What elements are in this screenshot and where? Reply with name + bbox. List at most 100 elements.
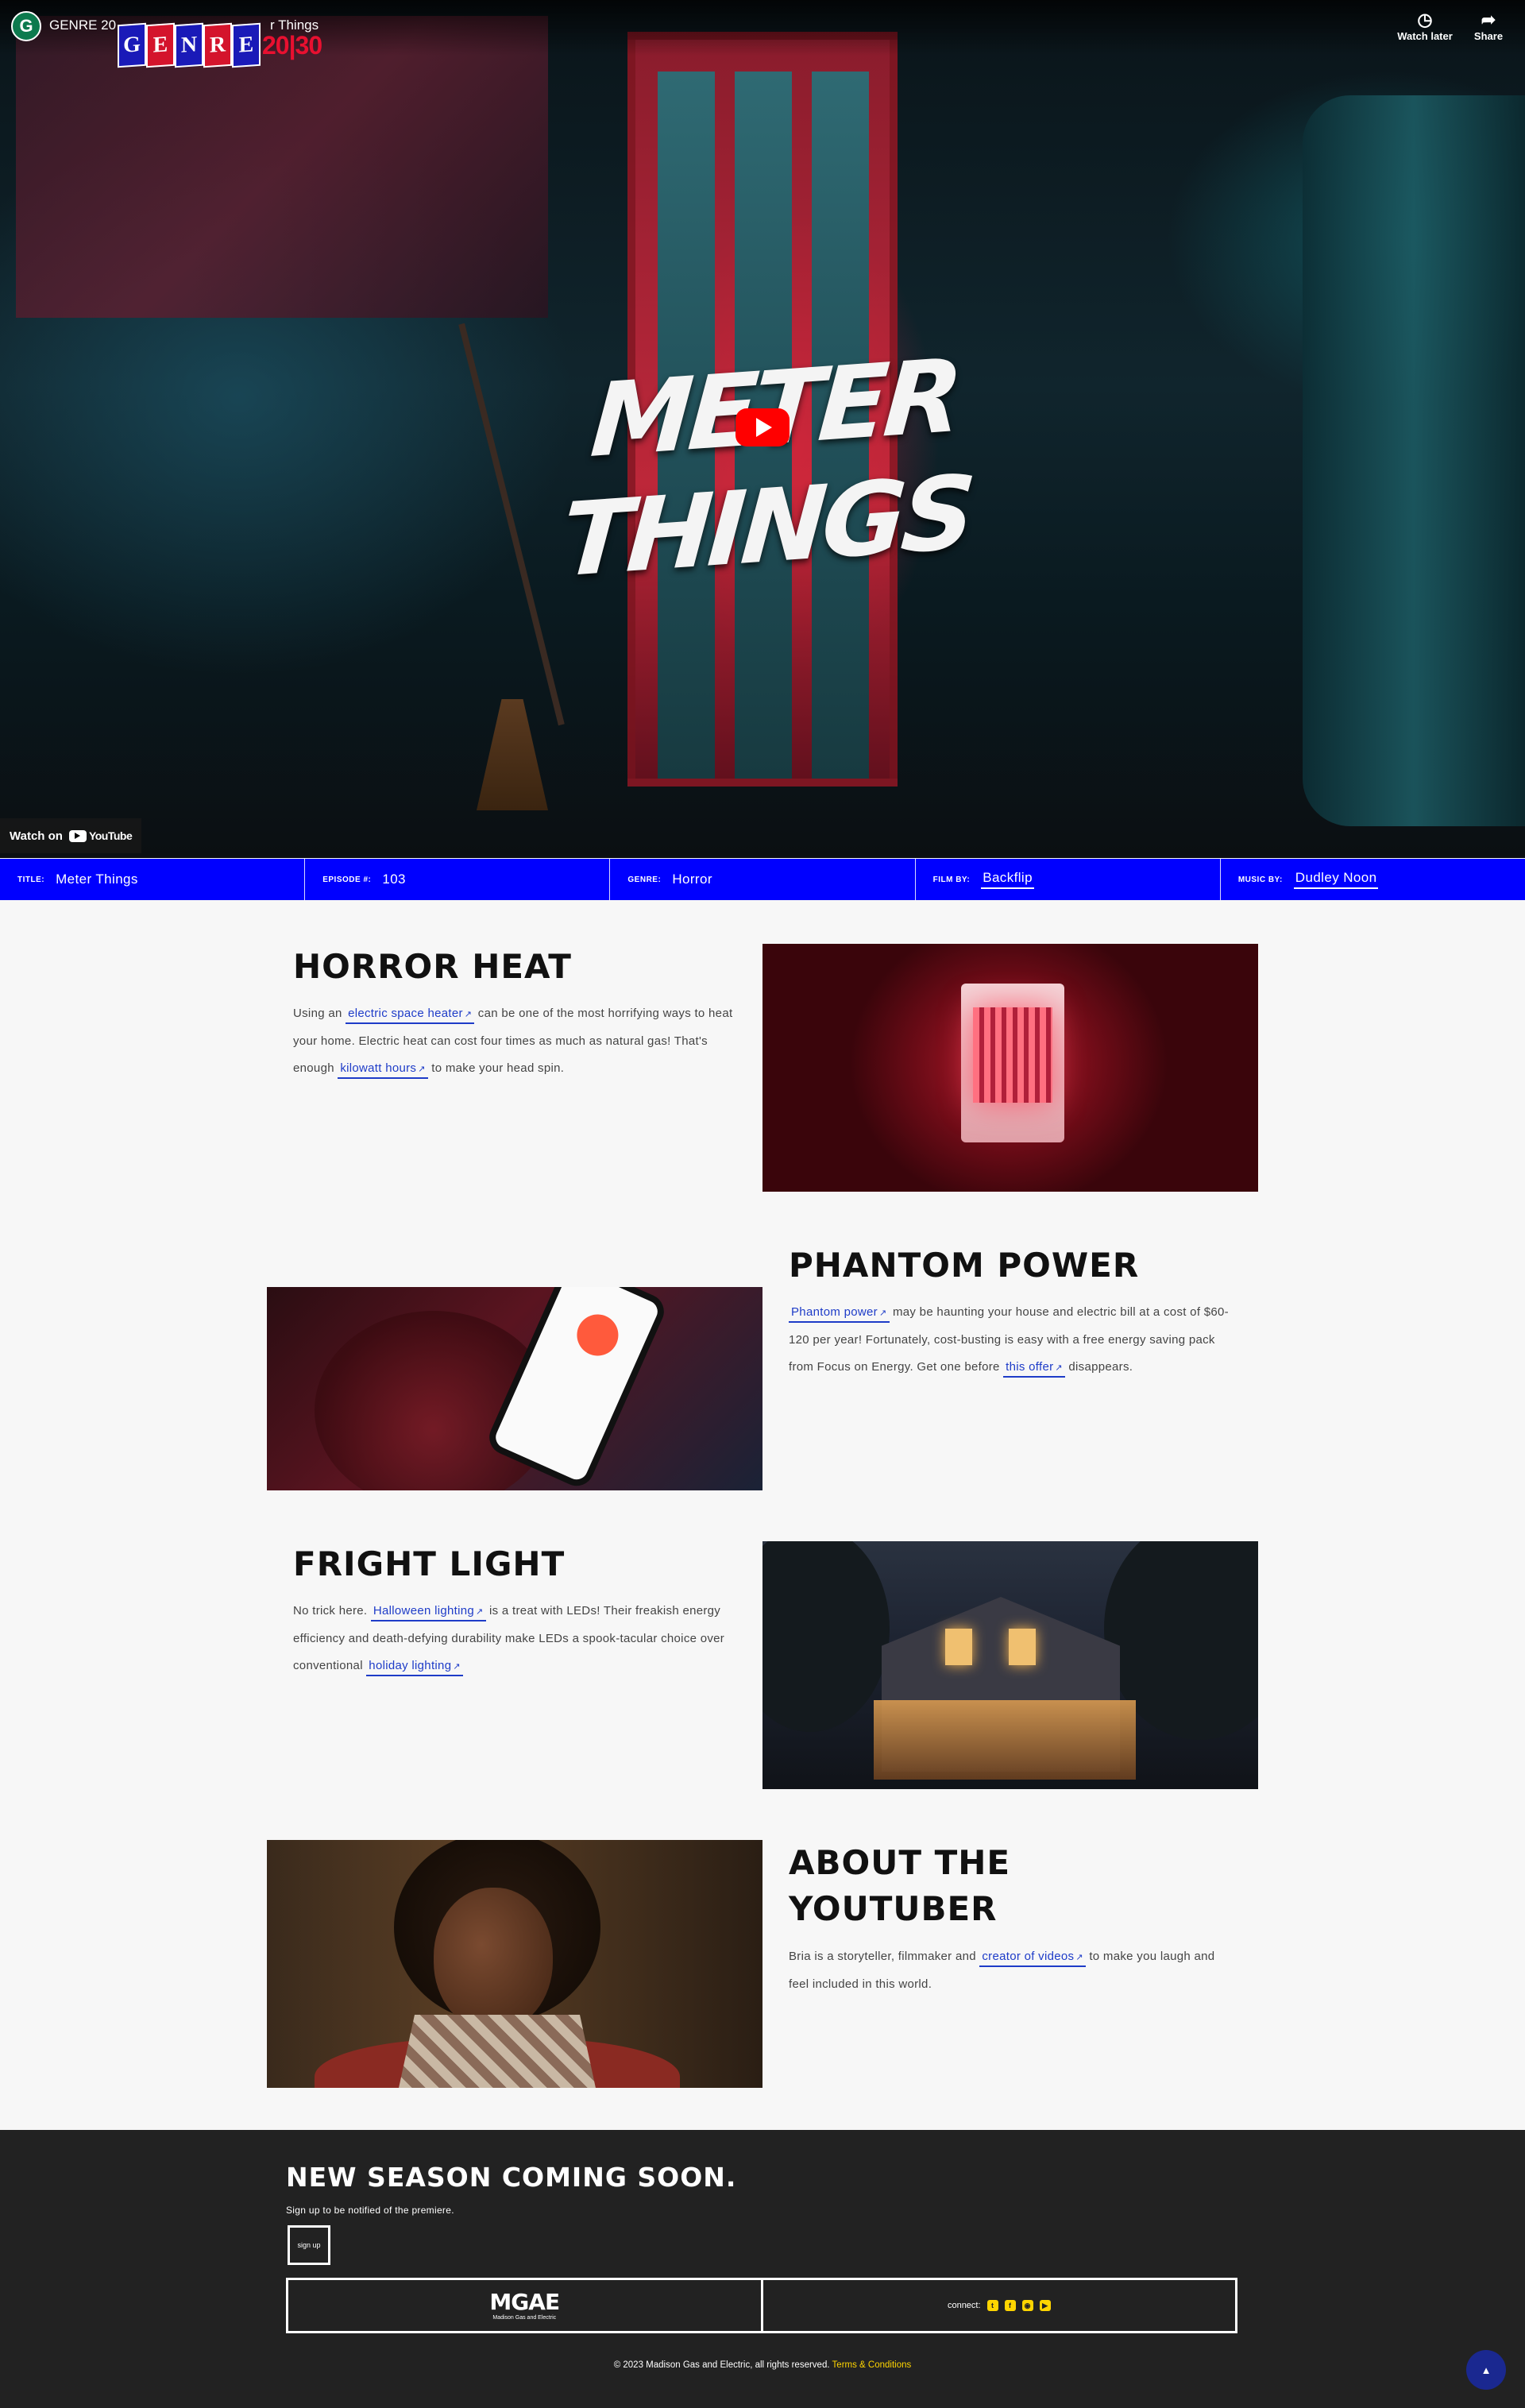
info-label: MUSIC BY:: [1237, 875, 1283, 884]
about-heading-line1: ABOUT THE: [789, 1843, 1011, 1882]
watch-on-label: Watch on: [10, 829, 63, 843]
watch-later-button[interactable]: ◷ Watch later: [1393, 10, 1457, 42]
horror-heat-heading: HORROR HEAT: [293, 947, 572, 986]
youtube-small-icon[interactable]: ▶: [1039, 2300, 1051, 2311]
footer-connect-cell: connect: t f ◉ ▶: [763, 2280, 1236, 2331]
phantom-power-link[interactable]: Phantom power ↗: [789, 1305, 890, 1323]
holiday-lighting-link[interactable]: holiday lighting ↗: [366, 1659, 463, 1676]
heater-grill: [973, 1007, 1052, 1103]
electric-space-heater-link[interactable]: electric space heater ↗: [346, 1007, 475, 1024]
info-label: EPISODE #:: [322, 875, 372, 884]
footer-box: MGAE Madison Gas and Electric connect: t…: [286, 2278, 1237, 2333]
genre-logo-letter: G: [118, 22, 146, 68]
play-button[interactable]: [735, 408, 790, 446]
external-link-icon: ↗: [453, 1662, 461, 1672]
episode-info-bar: TITLE: Meter Things EPISODE #: 103 GENRE…: [0, 859, 1525, 900]
footer: NEW SEASON COMING SOON. Sign up to be no…: [0, 2130, 1525, 2408]
instagram-icon[interactable]: ◉: [1021, 2300, 1033, 2311]
phantom-power-text: Phantom power ↗ may be haunting your hous…: [789, 1299, 1234, 1382]
scroll-to-top-button[interactable]: ▲: [1466, 2350, 1506, 2390]
link-label: Phantom power: [791, 1305, 878, 1319]
video-backdrop-tank: [1303, 95, 1525, 826]
link-label: holiday lighting: [369, 1659, 452, 1672]
youtube-play-mini-icon: [68, 829, 87, 842]
info-value: Meter Things: [56, 872, 138, 887]
genre-logo-letter: R: [203, 22, 232, 68]
mge-logo: MGAE: [489, 2288, 560, 2315]
copyright-text: © 2023 Madison Gas and Electric, all rig…: [613, 2360, 830, 2370]
info-label: FILM BY:: [932, 875, 971, 884]
info-cell-title: TITLE: Meter Things: [0, 859, 306, 900]
text-run: Bria is a storyteller, filmmaker and: [789, 1950, 980, 1963]
about-heading: ABOUT THE YOUTUBER: [789, 1840, 1010, 1932]
music-by-link[interactable]: Dudley Noon: [1293, 870, 1379, 889]
external-link-icon: ↗: [878, 1308, 887, 1318]
link-label: Halloween lighting: [373, 1604, 475, 1618]
space-heater-image: [762, 944, 1258, 1192]
link-label: this offer: [1006, 1360, 1054, 1374]
phantom-power-heading: PHANTOM POWER: [789, 1246, 1140, 1285]
tree-shape: [762, 1541, 890, 1732]
info-cell-film-by: FILM BY: Backflip: [916, 859, 1221, 900]
share-label: Share: [1473, 30, 1504, 42]
phone-app-image: [267, 1287, 762, 1490]
clock-icon: ◷: [1417, 10, 1433, 29]
footer-subtext: Sign up to be notified of the premiere.: [286, 2205, 454, 2216]
copyright: © 2023 Madison Gas and Electric, all rig…: [0, 2360, 1525, 2370]
genre-logo-letter: E: [146, 22, 175, 68]
face-shape: [434, 1888, 553, 2031]
connect-label: connect:: [947, 2301, 981, 2310]
house-porch: [874, 1700, 1136, 1780]
sign-up-button[interactable]: sign up: [288, 2225, 330, 2265]
text-run: to make your head spin.: [427, 1061, 565, 1075]
info-cell-genre: GENRE: Horror: [610, 859, 916, 900]
halloween-lighting-link[interactable]: Halloween lighting ↗: [370, 1604, 486, 1621]
arrow-up-icon: ▲: [1481, 2364, 1492, 2376]
share-icon: ➦: [1481, 10, 1496, 29]
watch-later-label: Watch later: [1397, 30, 1453, 42]
link-label: electric space heater: [348, 1007, 463, 1020]
genre-logo-letter: N: [175, 22, 203, 68]
video-title[interactable]: GENRE 20: [49, 17, 116, 33]
kilowatt-hours-link[interactable]: kilowatt hours ↗: [338, 1061, 428, 1079]
genre-logo-letter: E: [232, 22, 261, 68]
twitter-icon[interactable]: t: [986, 2300, 998, 2311]
genre-logo-year: 20|30: [262, 30, 322, 60]
info-cell-episode: EPISODE #: 103: [305, 859, 611, 900]
footer-logo-cell[interactable]: MGAE Madison Gas and Electric: [288, 2280, 763, 2331]
house-image: [762, 1541, 1258, 1789]
fright-light-text: No trick here. Halloween lighting ↗ is a …: [293, 1598, 738, 1680]
footer-heading: NEW SEASON COMING SOON.: [286, 2162, 737, 2193]
scarf-shape: [394, 2015, 600, 2088]
video-embed[interactable]: G GENRE 20 r Things G E N R E 20|30 ◷ Wa…: [0, 0, 1525, 858]
play-icon: [756, 418, 772, 437]
this-offer-link[interactable]: this offer ↗: [1003, 1360, 1065, 1378]
info-cell-music-by: MUSIC BY: Dudley Noon: [1221, 859, 1525, 900]
creator-of-videos-link[interactable]: creator of videos ↗: [979, 1950, 1086, 1967]
phone-app-dot: [570, 1308, 625, 1362]
link-label: creator of videos: [982, 1950, 1075, 1963]
terms-link[interactable]: Terms & Conditions: [832, 2360, 912, 2370]
genre-logo: G E N R E 20|30: [118, 22, 322, 68]
external-link-icon: ↗: [1055, 1363, 1063, 1373]
film-by-link[interactable]: Backflip: [981, 870, 1034, 889]
mge-logo-tagline: Madison Gas and Electric: [492, 2314, 557, 2321]
share-button[interactable]: ➦ Share: [1457, 10, 1520, 42]
youtube-icon: YouTube: [68, 829, 133, 842]
external-link-icon: ↗: [418, 1065, 426, 1074]
watch-on-youtube-button[interactable]: Watch on YouTube: [0, 818, 142, 853]
info-value: 103: [382, 872, 406, 887]
info-label: TITLE:: [17, 875, 45, 884]
channel-avatar[interactable]: G: [11, 11, 41, 41]
info-value: Horror: [672, 872, 712, 887]
fright-light-heading: FRIGHT LIGHT: [293, 1544, 566, 1583]
video-backdrop-broom-head: [477, 699, 548, 810]
info-label: GENRE:: [627, 875, 662, 884]
about-text: Bria is a storyteller, filmmaker and cre…: [789, 1943, 1234, 1998]
external-link-icon: ↗: [464, 1010, 473, 1019]
facebook-icon[interactable]: f: [1004, 2300, 1016, 2311]
video-overlay-title: METER THINGS: [558, 337, 975, 601]
house-window: [945, 1629, 972, 1665]
text-run: Using an: [293, 1007, 346, 1020]
text-run: disappears.: [1064, 1360, 1133, 1374]
